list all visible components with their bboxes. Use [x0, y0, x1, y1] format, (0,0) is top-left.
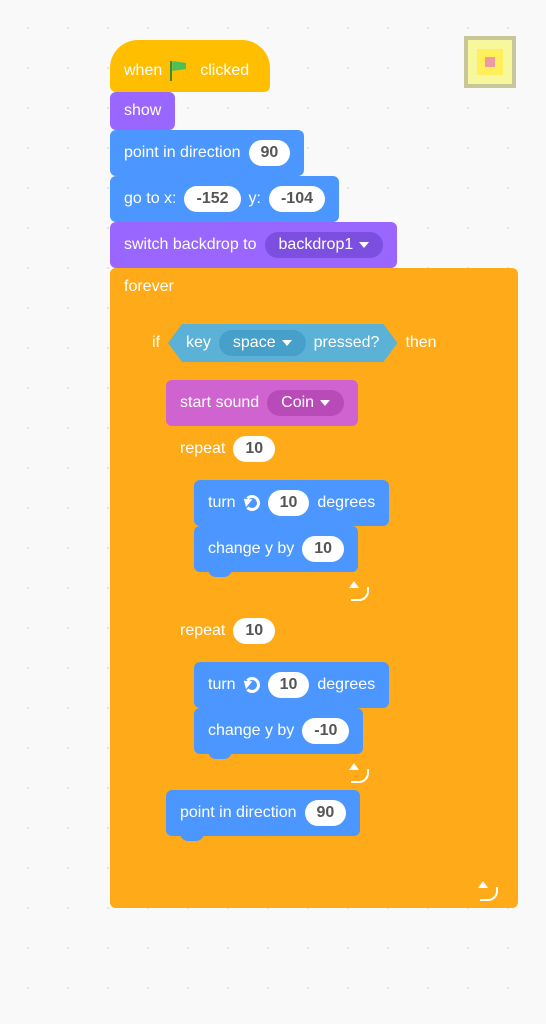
cy2-val[interactable]: -10 — [302, 718, 349, 744]
show-label: show — [124, 102, 161, 120]
goto-xy-block[interactable]: go to x: -152 y: -104 — [110, 176, 339, 222]
key-dropdown[interactable]: space — [219, 330, 306, 356]
turn1-post: degrees — [317, 494, 375, 512]
point-label: point in direction — [124, 144, 241, 162]
repeat2-label: repeat — [180, 622, 225, 640]
loop-arrow-icon — [480, 887, 498, 901]
turn2-pre: turn — [208, 676, 236, 694]
turn2-deg[interactable]: 10 — [268, 672, 310, 698]
repeat1-count[interactable]: 10 — [233, 436, 275, 462]
forever-block[interactable]: forever if key space pressed? then — [110, 268, 518, 908]
change-y-block-2[interactable]: change y by -10 — [194, 708, 363, 754]
show-block[interactable]: show — [110, 92, 175, 130]
x-input[interactable]: -152 — [184, 186, 240, 212]
key-pre: key — [186, 334, 211, 352]
backdrop-dropdown[interactable]: backdrop1 — [265, 232, 384, 258]
repeat1-label: repeat — [180, 440, 225, 458]
key-value: space — [233, 334, 276, 352]
point2-label: point in direction — [180, 804, 297, 822]
hat-suffix: clicked — [200, 62, 249, 80]
key-post: pressed? — [314, 334, 380, 352]
cy2-pre: change y by — [208, 722, 294, 740]
sound-pre: start sound — [180, 394, 259, 412]
change-y-block-1[interactable]: change y by 10 — [194, 526, 358, 572]
when-flag-clicked-block[interactable]: when clicked — [110, 40, 270, 92]
y-input[interactable]: -104 — [269, 186, 325, 212]
switch-backdrop-block[interactable]: switch backdrop to backdrop1 — [110, 222, 397, 268]
turn1-pre: turn — [208, 494, 236, 512]
goto-mid: y: — [249, 190, 261, 208]
forever-label: forever — [124, 278, 174, 296]
then-label: then — [405, 334, 436, 352]
turn1-deg[interactable]: 10 — [268, 490, 310, 516]
repeat2-count[interactable]: 10 — [233, 618, 275, 644]
direction-input[interactable]: 90 — [249, 140, 291, 166]
backdrop-pre: switch backdrop to — [124, 236, 257, 254]
turn2-post: degrees — [317, 676, 375, 694]
if-label: if — [152, 334, 160, 352]
hat-prefix: when — [124, 62, 162, 80]
point2-val[interactable]: 90 — [305, 800, 347, 826]
point-direction-block-2[interactable]: point in direction 90 — [166, 790, 360, 836]
backdrop-value: backdrop1 — [279, 236, 354, 254]
start-sound-block[interactable]: start sound Coin — [166, 380, 358, 426]
sound-dropdown[interactable]: Coin — [267, 390, 344, 416]
clockwise-icon — [244, 677, 260, 693]
point-direction-block[interactable]: point in direction 90 — [110, 130, 304, 176]
sound-value: Coin — [281, 394, 314, 412]
if-block[interactable]: if key space pressed? then start sound — [138, 314, 518, 872]
goto-pre: go to x: — [124, 190, 176, 208]
loop-arrow-icon — [351, 587, 369, 601]
repeat-block-2[interactable]: repeat 10 turn 10 degrees change y — [166, 608, 389, 790]
turn-block-2[interactable]: turn 10 degrees — [194, 662, 389, 708]
cy1-val[interactable]: 10 — [302, 536, 344, 562]
cy1-pre: change y by — [208, 540, 294, 558]
turn-block-1[interactable]: turn 10 degrees — [194, 480, 389, 526]
key-pressed-reporter[interactable]: key space pressed? — [168, 324, 397, 362]
script-stack[interactable]: when clicked show point in direction 90 … — [110, 40, 518, 908]
clockwise-icon — [244, 495, 260, 511]
loop-arrow-icon — [351, 769, 369, 783]
repeat-block-1[interactable]: repeat 10 turn 10 degrees change y — [166, 426, 389, 608]
